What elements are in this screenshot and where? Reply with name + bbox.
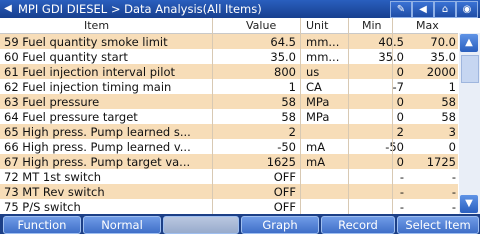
column-header-max: Max bbox=[416, 18, 439, 33]
pen-icon[interactable]: ✎ bbox=[390, 1, 412, 18]
item-value: 58 bbox=[281, 110, 296, 124]
back-arrow-icon[interactable]: ◀ bbox=[2, 2, 14, 16]
item-value: 35.0 bbox=[270, 50, 296, 64]
column-header-unit: Unit bbox=[306, 18, 329, 33]
table-row[interactable]: 75 P/S switch OFF - - bbox=[0, 199, 458, 215]
table-header: Item Value Unit Min Max bbox=[0, 18, 458, 34]
table-row[interactable]: 63 Fuel pressure 58 MPa 0 58 bbox=[0, 94, 458, 110]
item-value: 64.5 bbox=[270, 35, 296, 49]
item-name: 62 Fuel injection timing main bbox=[4, 80, 172, 94]
table-row[interactable]: 65 High press. Pump learned s... 2 2 3 bbox=[0, 124, 458, 140]
item-name: 72 MT 1st switch bbox=[4, 170, 102, 184]
item-max: 1 bbox=[448, 80, 456, 94]
table-row[interactable]: 67 High press. Pump target va... 1625 mA 0 1… bbox=[0, 154, 458, 170]
back-icon[interactable]: ◀ bbox=[412, 1, 434, 18]
item-value: OFF bbox=[273, 185, 296, 199]
item-value: OFF bbox=[273, 200, 296, 214]
footer-bar: Function Normal Graph Record Select Item bbox=[0, 214, 480, 234]
title-bar: ◀ MPI GDI DIESEL > Data Analysis(All Ite… bbox=[0, 0, 480, 18]
blank-button[interactable] bbox=[163, 216, 239, 234]
item-name: 64 Fuel pressure target bbox=[4, 110, 138, 124]
item-name: 75 P/S switch bbox=[4, 200, 81, 214]
column-header-min: Min bbox=[362, 18, 382, 33]
normal-button[interactable]: Normal bbox=[83, 216, 161, 234]
record-button[interactable]: Record bbox=[321, 216, 395, 234]
table-row[interactable]: 60 Fuel quantity start35.0mm...35.035.0 bbox=[0, 49, 458, 65]
breadcrumb: MPI GDI DIESEL > Data Analysis(All Items… bbox=[18, 2, 262, 16]
item-name: 67 High press. Pump target va... bbox=[4, 155, 191, 169]
column-header-item: Item bbox=[84, 18, 110, 33]
column-divider bbox=[212, 18, 213, 214]
item-name: 63 Fuel pressure bbox=[4, 95, 100, 109]
item-value: 800 bbox=[274, 65, 296, 79]
item-value: OFF bbox=[273, 170, 296, 184]
column-divider bbox=[348, 18, 349, 214]
item-max: 35.0 bbox=[430, 50, 456, 64]
column-divider bbox=[392, 18, 393, 214]
graph-button[interactable]: Graph bbox=[241, 216, 319, 234]
item-value: -50 bbox=[277, 140, 296, 154]
item-value: 58 bbox=[281, 95, 296, 109]
scroll-down-icon[interactable]: ▼ bbox=[460, 195, 478, 213]
column-divider bbox=[300, 18, 301, 214]
column-header-value: Value bbox=[246, 18, 277, 33]
item-max: - bbox=[451, 170, 456, 184]
item-value: 1625 bbox=[266, 155, 296, 169]
item-max: 1725 bbox=[426, 155, 456, 169]
item-max: 2000 bbox=[426, 65, 456, 79]
scroll-thumb[interactable] bbox=[461, 55, 479, 83]
item-max: 58 bbox=[441, 95, 456, 109]
scroll-up-icon[interactable]: ▲ bbox=[460, 34, 478, 52]
select-item-button[interactable]: Select Item bbox=[397, 216, 479, 234]
item-max: - bbox=[451, 185, 456, 199]
table-row[interactable]: 59 Fuel quantity smoke limit64.5mm...40.… bbox=[0, 34, 458, 50]
item-max: 0 bbox=[448, 140, 456, 154]
table-row[interactable]: 61 Fuel injection interval pilot 800 us 0 20… bbox=[0, 64, 458, 80]
table-row[interactable]: 62 Fuel injection timing main 1 CA -7 1 bbox=[0, 79, 458, 95]
item-max: 70.0 bbox=[430, 35, 456, 49]
home-icon[interactable]: ⌂ bbox=[434, 1, 456, 18]
item-name: 61 Fuel injection interval pilot bbox=[4, 65, 175, 79]
item-max: - bbox=[451, 200, 456, 214]
scrollbar[interactable]: ▲ ▼ bbox=[459, 33, 480, 214]
table-row[interactable]: 66 High press. Pump learned v... -50 mA -50… bbox=[0, 139, 458, 155]
item-name: 59 Fuel quantity smoke limit bbox=[4, 35, 168, 49]
item-max: 3 bbox=[448, 125, 456, 139]
item-name: 60 Fuel quantity start bbox=[4, 50, 128, 64]
camera-icon[interactable]: ◉ bbox=[456, 1, 478, 18]
item-name: 73 MT Rev switch bbox=[4, 185, 105, 199]
table-row[interactable]: 64 Fuel pressure target 58 MPa 0 58 bbox=[0, 109, 458, 125]
table-row[interactable]: 72 MT 1st switch OFF - - bbox=[0, 169, 458, 185]
item-value: 1 bbox=[288, 80, 296, 94]
item-max: 58 bbox=[441, 110, 456, 124]
item-name: 66 High press. Pump learned v... bbox=[4, 140, 191, 154]
function-button[interactable]: Function bbox=[3, 216, 81, 234]
table-row[interactable]: 73 MT Rev switch OFF - - bbox=[0, 184, 458, 200]
item-value: 2 bbox=[288, 125, 296, 139]
item-name: 65 High press. Pump learned s... bbox=[4, 125, 191, 139]
